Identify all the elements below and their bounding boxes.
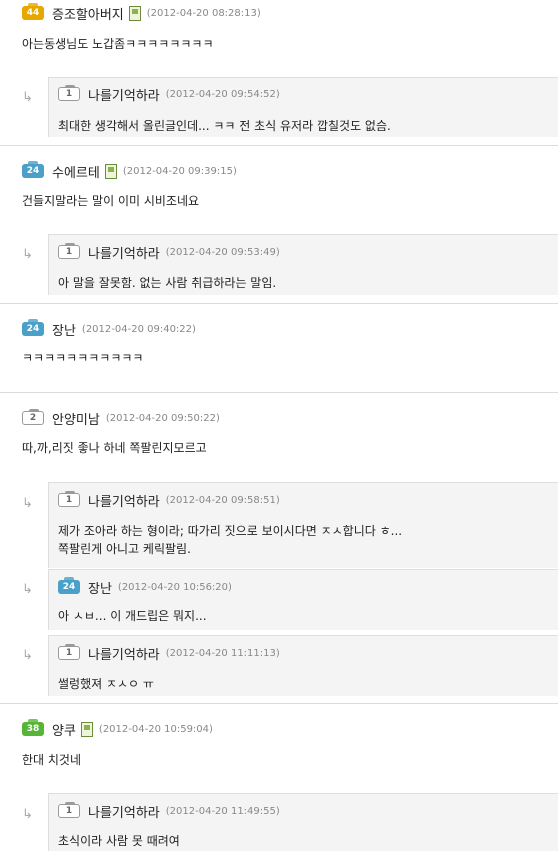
nickname[interactable]: 증조할아버지 [52,4,124,23]
mobile-phone-icon [80,721,93,737]
level-badge-icon: 1 [58,491,80,507]
nickname[interactable]: 장난 [52,320,76,339]
reply-arrow-icon: ↳ [22,807,33,822]
reply-header: 1 나를기억하라 (2012-04-20 09:54:52) [58,84,280,104]
divider [0,303,558,304]
reply-text: 최대한 생각해서 올린글인데... ㅋㅋ 전 초식 유저라 깝칠것도 없슴. [58,119,391,133]
reply-header: 1 나를기억하라 (2012-04-20 09:53:49) [58,242,280,262]
reply-text: 아 ㅅㅂ... 이 개드립은 뭐지... [58,609,207,623]
timestamp: (2012-04-20 09:53:49) [165,246,280,258]
level-badge-icon: 2 [22,409,44,425]
mobile-phone-icon [104,163,117,179]
comment-text: 아는동생님도 노갑좀ㅋㅋㅋㅋㅋㅋㅋㅋ [22,37,214,51]
level-badge-icon: 24 [22,319,44,336]
timestamp: (2012-04-20 09:58:51) [165,494,280,506]
reply-header: 1 나를기억하라 (2012-04-20 09:58:51) [58,490,280,510]
nickname[interactable]: 나를기억하라 [88,85,160,104]
reply: 1 나를기억하라 (2012-04-20 09:53:49) 아 말을 잘못함.… [48,234,558,295]
level-badge-icon: 24 [58,577,80,594]
timestamp: (2012-04-20 09:50:22) [105,412,220,424]
timestamp: (2012-04-20 10:59:04) [98,723,213,735]
reply-arrow-icon: ↳ [22,90,33,105]
level-badge-icon: 44 [22,3,44,20]
comment-header: 38 양쿠 (2012-04-20 10:59:04) [22,719,213,739]
reply: 1 나를기억하라 (2012-04-20 09:58:51) 제가 조아라 하는… [48,482,558,568]
reply: 1 나를기억하라 (2012-04-20 11:49:55) 초식이라 사람 못… [48,793,558,851]
reply-text: 초식이라 사람 못 때려여 [58,834,180,848]
timestamp: (2012-04-20 09:40:22) [81,323,196,335]
reply: 24 장난 (2012-04-20 10:56:20) 아 ㅅㅂ... 이 개드… [48,569,558,630]
timestamp: (2012-04-20 08:28:13) [146,7,261,19]
level-badge-icon: 24 [22,161,44,178]
reply-header: 1 나를기억하라 (2012-04-20 11:11:13) [58,643,280,663]
mobile-phone-icon [128,5,141,21]
divider [0,145,558,146]
reply-header: 24 장난 (2012-04-20 10:56:20) [58,577,232,597]
reply-text: 아 말을 잘못함. 없는 사람 취급하라는 말임. [58,276,277,290]
reply-text: 제가 조아라 하는 형이라; 따가리 짓으로 보이시다면 ㅈㅅ합니다 ㅎ... [58,524,403,538]
level-badge-icon: 1 [58,802,80,818]
comment-header: 24 장난 (2012-04-20 09:40:22) [22,319,196,339]
comment-text: 건들지말라는 말이 이미 시비조네요 [22,194,200,208]
nickname[interactable]: 장난 [88,578,112,597]
comment-text: 한대 치것네 [22,753,82,767]
comment-header: 2 안양미남 (2012-04-20 09:50:22) [22,408,220,428]
reply: 1 나를기억하라 (2012-04-20 11:11:13) 썰렁했져 ㅈㅅㅇ … [48,635,558,696]
timestamp: (2012-04-20 09:54:52) [165,88,280,100]
reply-arrow-icon: ↳ [22,496,33,511]
divider [0,703,558,704]
reply: 1 나를기억하라 (2012-04-20 09:54:52) 최대한 생각해서 … [48,77,558,137]
comment-text: 따,까,리짓 좋나 하네 쪽팔린지모르고 [22,441,207,455]
comment-header: 24 수에르테 (2012-04-20 09:39:15) [22,161,237,181]
timestamp: (2012-04-20 10:56:20) [117,581,232,593]
reply-text: 썰렁했져 ㅈㅅㅇ ㅠ [58,677,154,691]
level-badge-icon: 1 [58,85,80,101]
reply-arrow-icon: ↳ [22,648,33,663]
reply-arrow-icon: ↳ [22,247,33,262]
timestamp: (2012-04-20 11:11:13) [165,647,280,659]
nickname[interactable]: 안양미남 [52,409,100,428]
level-badge-icon: 1 [58,243,80,259]
comment-text: ㅋㅋㅋㅋㅋㅋㅋㅋㅋㅋㅋ [22,351,144,365]
timestamp: (2012-04-20 11:49:55) [165,805,280,817]
reply-arrow-icon: ↳ [22,582,33,597]
reply-text: 쪽팔린게 아니고 케릭팔림. [58,542,191,556]
reply-header: 1 나를기억하라 (2012-04-20 11:49:55) [58,801,280,821]
level-badge-icon: 38 [22,719,44,736]
nickname[interactable]: 수에르테 [52,162,100,181]
nickname[interactable]: 나를기억하라 [88,644,160,663]
nickname[interactable]: 양쿠 [52,720,76,739]
nickname[interactable]: 나를기억하라 [88,491,160,510]
level-badge-icon: 1 [58,644,80,660]
comment-header: 44 증조할아버지 (2012-04-20 08:28:13) [22,3,261,23]
divider [0,392,558,393]
nickname[interactable]: 나를기억하라 [88,802,160,821]
nickname[interactable]: 나를기억하라 [88,243,160,262]
timestamp: (2012-04-20 09:39:15) [122,165,237,177]
